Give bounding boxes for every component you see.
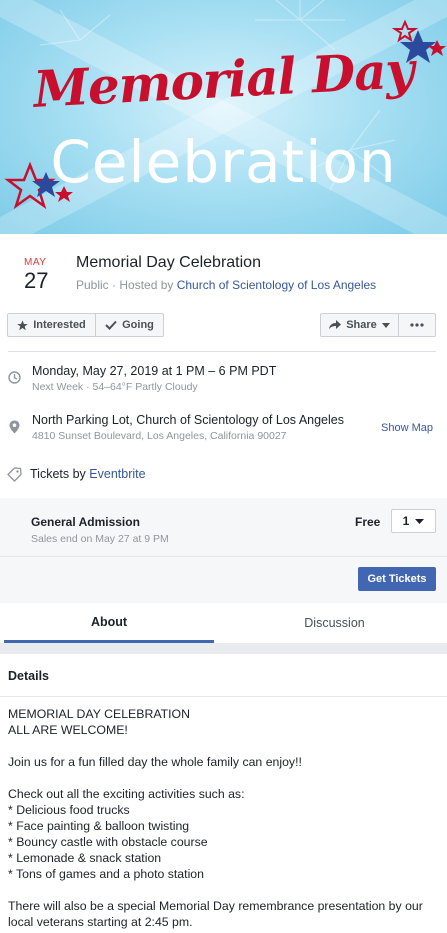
share-arrow-icon [329,320,342,330]
chevron-down-icon [415,518,425,524]
interested-button[interactable]: Interested [7,313,96,337]
divider [0,696,447,697]
host-link[interactable]: Church of Scientology of Los Angeles [177,278,376,292]
event-cover-image: Memorial Day Celebration [0,0,447,234]
details-line: There will also be a special Memorial Da… [8,899,423,913]
event-title: Memorial Day Celebration [76,254,261,271]
tab-discussion[interactable]: Discussion [226,603,443,643]
date-month: MAY [24,257,47,268]
details-line: * Face painting & balloon twisting [8,819,190,833]
banner-title-celebration: Celebration [50,128,397,196]
event-address: 4810 Sunset Boulevard, Los Angeles, Cali… [32,430,287,442]
section-gap [0,643,447,654]
more-options-button[interactable] [398,313,436,337]
tickets-provider-line: Tickets by Eventbrite [30,467,146,481]
going-button[interactable]: Going [95,313,164,337]
eventbrite-link[interactable]: Eventbrite [89,467,145,481]
details-line: ALL ARE WELCOME! [8,723,128,737]
clock-icon [8,371,21,384]
ticket-quantity-select[interactable]: 1 [391,509,436,533]
star-icon [17,319,28,330]
event-weather: Next Week · 54–64°F Partly Cloudy [32,381,198,393]
event-host-line: Public · Hosted by Church of Scientology… [76,278,376,292]
going-label: Going [122,319,154,331]
details-body: MEMORIAL DAY CELEBRATION ALL ARE WELCOME… [8,706,440,930]
divider [8,351,436,352]
event-header: MAY 27 Memorial Day Celebration Public ·… [0,234,447,300]
ticket-sales-end: Sales end on May 27 at 9 PM [31,533,169,545]
details-line [8,770,440,786]
get-tickets-button[interactable]: Get Tickets [358,567,436,591]
divider [0,556,447,557]
event-datetime[interactable]: Monday, May 27, 2019 at 1 PM – 6 PM PDT [32,364,276,378]
more-icon [410,323,424,327]
details-line: * Bouncy castle with obstacle course [8,835,208,849]
details-line: MEMORIAL DAY CELEBRATION [8,707,190,721]
details-line [8,882,440,898]
ticket-price: Free [355,515,381,529]
event-location[interactable]: North Parking Lot, Church of Scientology… [32,413,344,427]
chevron-down-icon [381,322,390,328]
tab-about[interactable]: About [4,603,214,643]
checkmark-icon [105,320,117,330]
date-day: 27 [24,268,49,293]
details-line: * Lemonade & snack station [8,851,162,865]
location-pin-icon [9,420,20,434]
ticket-section: General Admission Sales end on May 27 at… [0,498,447,603]
details-line: local veterans starting at 2:45 pm. [8,915,193,929]
show-map-link[interactable]: Show Map [381,422,433,434]
event-tabs: About Discussion [0,603,447,643]
details-card: Details MEMORIAL DAY CELEBRATION ALL ARE… [0,654,447,933]
details-line: Check out all the exciting activities su… [8,787,245,801]
ticket-tag-icon [7,467,22,482]
details-line: * Delicious food trucks [8,803,130,817]
event-visibility: Public [76,278,109,292]
details-line: * Tons of games and a photo station [8,867,204,881]
ticket-quantity-value: 1 [402,514,410,528]
share-label: Share [346,319,377,331]
interested-label: Interested [33,319,86,331]
ticket-type-name: General Admission [31,515,140,529]
hosted-by-label: · Hosted by [108,278,177,292]
tickets-by-label: Tickets by [30,467,90,481]
details-line [8,738,440,754]
details-heading: Details [8,669,49,683]
share-button[interactable]: Share [320,313,399,337]
details-line: Join us for a fun filled day the whole f… [8,755,302,769]
